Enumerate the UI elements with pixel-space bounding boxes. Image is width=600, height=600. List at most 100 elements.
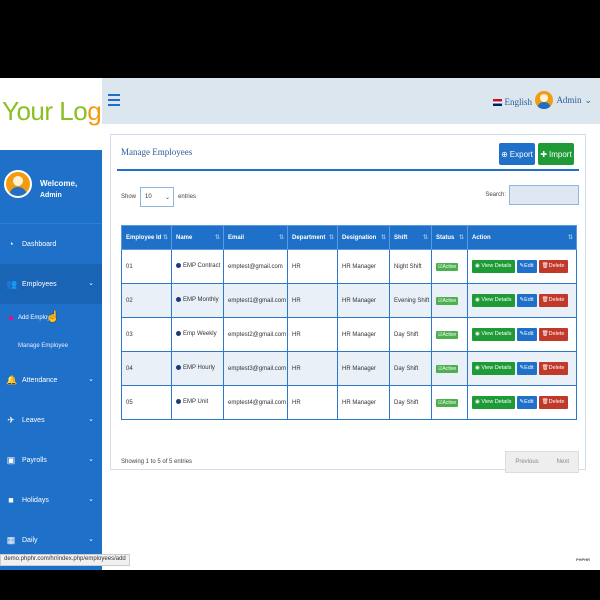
cell-department: HR [287, 317, 338, 352]
column-header-employee-id[interactable]: Employee Id ⇅ [121, 225, 172, 250]
sidebar-item-employees[interactable]: 👥 Employees ⌄ [0, 264, 102, 304]
view-details-button[interactable]: ◉ View Details [472, 328, 515, 341]
cell-email: emptest3@gmail.com [223, 351, 288, 386]
bullet-icon [176, 263, 181, 269]
delete-button[interactable]: 🗑Delete [538, 362, 568, 375]
sidebar-item-label: Leaves [22, 416, 45, 424]
chevron-down-icon: ⌄ [88, 536, 94, 543]
cell-designation: HR Manager [337, 317, 390, 352]
edit-button[interactable]: ✎Edit [516, 260, 537, 273]
language-selector[interactable]: English [493, 97, 532, 107]
view-details-button[interactable]: ◉ View Details [472, 260, 515, 273]
sidebar-item-holidays[interactable]: ■ Holidays ⌄ [0, 480, 102, 520]
cell-shift: Day Shift [389, 351, 432, 386]
logo[interactable]: Your Logo [0, 78, 116, 144]
status-badge: ☑Active [436, 364, 459, 373]
sidebar: Welcome, Admin ◔ Dashboard 👥 Employees ⌄… [0, 150, 102, 570]
sort-icon: ⇅ [380, 235, 386, 241]
cell-status: ☑Active [431, 317, 468, 352]
edit-button[interactable]: ✎Edit [516, 362, 537, 375]
trash-icon: 🗑 [541, 399, 549, 405]
entries-select[interactable]: 10 ⌄ [140, 187, 175, 207]
sidebar-subitem-manage-employee[interactable]: Manage Employee [0, 332, 102, 360]
cell-actions: ◉ View Details ✎Edit 🗑Delete [467, 283, 577, 318]
bullet-icon [176, 365, 181, 371]
plus-icon: ✚ [540, 149, 548, 159]
cell-designation: HR Manager [337, 351, 390, 386]
column-header-email[interactable]: Email ⇅ [223, 225, 288, 250]
edit-button[interactable]: ✎Edit [516, 396, 537, 409]
eye-icon: ◉ [475, 331, 480, 337]
next-button[interactable]: Next [548, 452, 578, 472]
trash-icon: 🗑 [541, 297, 549, 303]
hamburger-menu-icon[interactable] [108, 94, 120, 106]
sidebar-item-label: Holidays [22, 496, 49, 504]
avatar [4, 170, 32, 198]
hand-cursor-icon: ☝ [46, 311, 60, 323]
main-content: Manage Employees ⊕ Export ✚ Import Show 10… [102, 124, 600, 570]
column-header-department[interactable]: Department ⇅ [287, 225, 338, 250]
eye-icon: ◉ [475, 297, 480, 303]
cell-department: HR [287, 351, 338, 386]
entries-length-control: Show 10 ⌄ entries [121, 187, 196, 207]
watermark-logo: PHPHR [575, 557, 590, 562]
previous-button[interactable]: Previous [506, 452, 547, 472]
import-button[interactable]: ✚ Import [538, 143, 574, 165]
table-row: 04 EMP Hourly emptest3@gmail.com HR HR M… [121, 351, 577, 386]
sort-icon: ⇅ [328, 235, 334, 241]
trash-icon: 🗑 [541, 365, 549, 371]
bullet-icon [176, 399, 181, 405]
sidebar-item-dashboard[interactable]: ◔ Dashboard [0, 224, 102, 264]
view-details-button[interactable]: ◉ View Details [472, 294, 515, 307]
view-details-button[interactable]: ◉ View Details [472, 396, 515, 409]
column-header-designation[interactable]: Designation ⇅ [337, 225, 390, 250]
entries-value: 10 [145, 194, 152, 200]
plane-icon: ✈ [7, 415, 15, 425]
cell-employee-id: 01 [121, 249, 172, 284]
column-header-name[interactable]: Name ⇅ [171, 225, 224, 250]
column-header-action[interactable]: Action ⇅ [467, 225, 577, 250]
cell-shift: Day Shift [389, 385, 432, 420]
search-control: Search: [485, 185, 579, 205]
cell-employee-id: 02 [121, 283, 172, 318]
search-input[interactable] [509, 185, 579, 205]
export-button[interactable]: ⊕ Export [499, 143, 535, 165]
status-badge: ☑Active [436, 398, 459, 407]
cell-designation: HR Manager [337, 385, 390, 420]
status-badge: ☑Active [436, 330, 459, 339]
delete-button[interactable]: 🗑Delete [538, 260, 568, 273]
calendar-icon: ▦ [6, 535, 16, 545]
bullet-icon [176, 297, 181, 303]
trash-icon: 🗑 [541, 331, 549, 337]
dashboard-icon: ◔ [8, 239, 14, 249]
sidebar-subitem-add-employee[interactable]: Add Employ ☝ [0, 304, 102, 332]
delete-button[interactable]: 🗑Delete [538, 396, 568, 409]
sidebar-item-payrolls[interactable]: ▣ Payrolls ⌄ [0, 440, 102, 480]
user-menu[interactable]: Admin ⌄ [535, 91, 592, 109]
column-header-shift[interactable]: Shift ⇅ [389, 225, 432, 250]
language-label: English [504, 97, 532, 107]
view-details-button[interactable]: ◉ View Details [472, 362, 515, 375]
sidebar-item-label: Daily [22, 536, 38, 544]
edit-button[interactable]: ✎Edit [516, 294, 537, 307]
uk-flag-icon [493, 98, 503, 106]
table-row: 02 EMP Monthly emptest1@gmail.com HR HR … [121, 283, 577, 318]
cell-actions: ◉ View Details ✎Edit 🗑Delete [467, 385, 577, 420]
import-label: Import [549, 149, 572, 159]
cell-status: ☑Active [431, 249, 468, 284]
edit-button[interactable]: ✎Edit [516, 328, 537, 341]
cell-employee-id: 05 [121, 385, 172, 420]
column-header-status[interactable]: Status ⇅ [431, 225, 468, 250]
sidebar-item-label: Dashboard [22, 240, 57, 248]
cell-shift: Day Shift [389, 317, 432, 352]
sidebar-item-leaves[interactable]: ✈ Leaves ⌄ [0, 400, 102, 440]
sidebar-item-attendance[interactable]: 🔔 Attendance ⌄ [0, 360, 102, 400]
cell-shift: Night Shift [389, 249, 432, 284]
sort-icon: ⇅ [458, 235, 464, 241]
delete-button[interactable]: 🗑Delete [538, 294, 568, 307]
app-screen: Your Logo English Admin ⌄ Welcome, Admin… [0, 78, 600, 570]
delete-button[interactable]: 🗑Delete [538, 328, 568, 341]
chevron-down-icon: ⌄ [88, 496, 94, 503]
sort-icon: ⇅ [214, 235, 220, 241]
bell-icon: 🔔 [6, 375, 18, 385]
